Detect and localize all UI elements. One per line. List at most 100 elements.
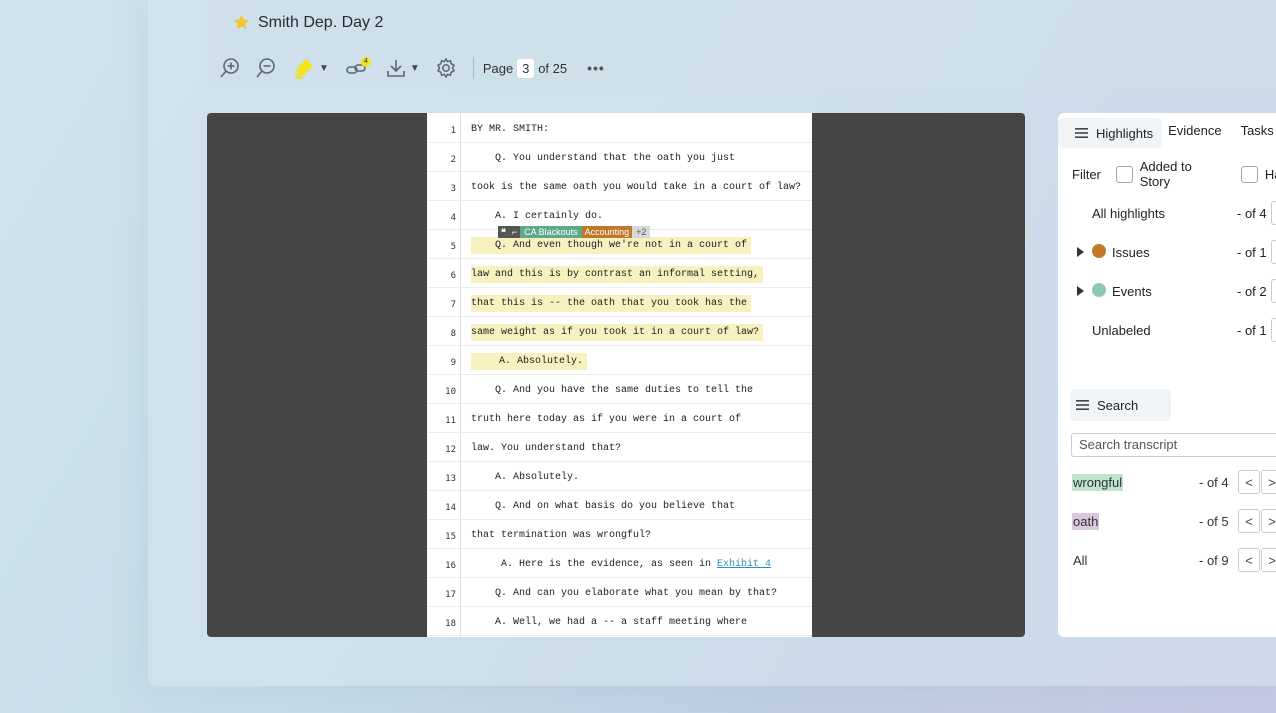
line-text[interactable]: Q. And you have the same duties to tell … [471,385,753,396]
transcript-line[interactable]: 10 Q. And you have the same duties to te… [427,374,812,404]
tag-ca-blackouts[interactable]: CA Blackouts [520,226,582,238]
expand-arrow-icon[interactable] [1077,247,1084,257]
page-total: of 25 [538,60,568,76]
line-number: 17 [445,590,456,600]
star-icon[interactable] [232,13,251,32]
category-count: - of 4 [1237,206,1267,221]
line-text[interactable]: Q. And can you elaborate what you mean b… [471,588,777,599]
previous-result-button[interactable]: < [1238,470,1260,494]
term-label: wrongful [1072,474,1124,491]
term-count: - of 9 [1199,553,1229,568]
line-text[interactable]: A. Absolutely. [471,472,579,483]
category-unlabeled[interactable]: Unlabeled - of 1 [1058,315,1276,345]
line-text-content: A. Well, we had a -- a staff meeting whe… [471,617,748,628]
line-text-content: law. You understand that? [471,443,622,454]
next-result-button[interactable]: > [1261,470,1276,494]
category-nav-box[interactable] [1271,318,1276,342]
line-text[interactable]: law. You understand that? [471,443,621,454]
transcript-line[interactable]: 15 that termination was wrongful? [427,519,812,549]
line-text-content: Q. You understand that the oath you just [471,153,736,164]
zoom-out-button[interactable] [255,57,277,79]
line-text-content: A. Here is the evidence, as seen in [471,559,718,570]
added-to-story-checkbox[interactable] [1115,165,1133,183]
download-button[interactable]: ▼ [385,57,420,79]
category-issues[interactable]: Issues - of 1 [1058,237,1276,267]
line-text[interactable]: Q. You understand that the oath you just [471,153,735,164]
highlighter-button[interactable]: ▼ [292,56,329,80]
next-result-button[interactable]: > [1261,509,1276,533]
transcript-line[interactable]: 11 truth here today as if you were in a c… [427,403,812,433]
line-number: 5 [450,242,456,252]
transcript-line[interactable]: 7 that this is -- the oath that you took … [427,287,812,317]
line-text[interactable]: that termination was wrongful? [471,530,651,541]
transcript-line[interactable]: 6 law and this is by contrast an informal… [427,258,812,288]
search-term-all[interactable]: All - of 9 < > [1058,546,1276,576]
line-number: 6 [450,271,456,281]
links-button[interactable]: 4 [345,57,371,79]
tab-highlights[interactable]: Highlights [1058,118,1163,148]
line-text[interactable]: Q. And even though we're not in a court … [471,237,752,254]
zoom-in-button[interactable] [219,57,241,79]
search-term-wrongful[interactable]: wrongful - of 4 < > [1058,468,1276,498]
line-text-content: Q. And on what basis do you believe that [471,501,736,512]
expand-arrow-icon[interactable] [1077,286,1084,296]
line-text[interactable]: BY MR. SMITH: [471,124,549,135]
quote-icon[interactable]: ❝ [498,226,509,238]
category-nav-box[interactable] [1271,279,1276,303]
transcript-line[interactable]: 9 A. Absolutely. [427,345,812,375]
transcript-line[interactable]: 2 Q. You understand that the oath you ju… [427,142,812,172]
search-transcript-input[interactable]: Search transcript [1071,433,1276,457]
line-text[interactable]: truth here today as if you were in a cou… [471,414,741,425]
category-nav-box[interactable] [1271,201,1276,225]
transcript-line[interactable]: 16 A. Here is the evidence, as seen in E… [427,548,812,578]
more-options-button[interactable]: ••• [587,60,605,76]
category-nav-box[interactable] [1271,240,1276,264]
tag-accounting[interactable]: Accounting [581,226,633,238]
search-tab-label: Search [1097,397,1139,413]
line-text[interactable]: took is the same oath you would take in … [471,182,801,193]
category-all-highlights[interactable]: All highlights - of 4 [1058,198,1276,228]
line-text[interactable]: A. I certainly do. [471,211,603,222]
line-number: 14 [445,503,456,513]
line-text[interactable]: Q. And on what basis do you believe that [471,501,735,512]
line-text[interactable]: A. Well, we had a -- a staff meeting whe… [471,617,747,628]
transcript-line[interactable]: 18 A. Well, we had a -- a staff meeting … [427,606,812,636]
transcript-line[interactable]: 14 Q. And on what basis do you believe t… [427,490,812,520]
tab-search[interactable]: Search [1070,389,1171,421]
document-viewer[interactable]: 1 BY MR. SMITH: 2 Q. You understand that t… [207,113,1025,637]
settings-button[interactable] [435,57,457,79]
line-text[interactable]: law and this is by contrast an informal … [471,266,764,283]
line-text[interactable]: that this is -- the oath that you took h… [471,295,752,312]
tag-more-count[interactable]: +2 [632,226,651,238]
next-result-button[interactable]: > [1261,548,1276,572]
page-number-input[interactable]: 3 [517,58,535,78]
line-text-content: BY MR. SMITH: [471,124,550,135]
chevron-down-icon: ▼ [409,62,420,74]
line-text-content: Q. And even though we're not in a court … [471,237,752,254]
line-text[interactable]: same weight as if you took it in a court… [471,324,764,341]
tab-evidence[interactable]: Evidence [1168,123,1221,138]
sidebar-tabs: Highlights Evidence Tasks [1058,113,1276,148]
category-events[interactable]: Events - of 2 [1058,276,1276,306]
line-text[interactable]: A. Here is the evidence, as seen in Exhi… [471,559,771,570]
comment-icon[interactable]: ⌐ [508,226,521,238]
previous-result-button[interactable]: < [1238,509,1260,533]
previous-result-button[interactable]: < [1238,548,1260,572]
transcript-page[interactable]: 1 BY MR. SMITH: 2 Q. You understand that t… [427,113,812,637]
transcript-line[interactable]: 3 took is the same oath you would take in… [427,171,812,201]
line-number: 1 [450,126,456,136]
document-title-row: Smith Dep. Day 2 [232,13,383,32]
tab-tasks[interactable]: Tasks [1241,123,1274,138]
exhibit-link[interactable]: Exhibit 4 [717,559,771,570]
chevron-down-icon: ▼ [319,62,329,74]
transcript-line[interactable]: 12 law. You understand that? [427,432,812,462]
line-number: 10 [445,387,456,397]
transcript-line[interactable]: 1 BY MR. SMITH: [427,113,812,143]
has-checkbox[interactable] [1241,165,1258,183]
search-term-oath[interactable]: oath - of 5 < > [1058,507,1276,537]
transcript-line[interactable]: 17 Q. And can you elaborate what you mea… [427,577,812,607]
transcript-line[interactable]: 13 A. Absolutely. [427,461,812,491]
line-number: 16 [445,561,456,571]
line-text[interactable]: A. Absolutely. [471,353,588,370]
transcript-line[interactable]: 8 same weight as if you took it in a cour… [427,316,812,346]
